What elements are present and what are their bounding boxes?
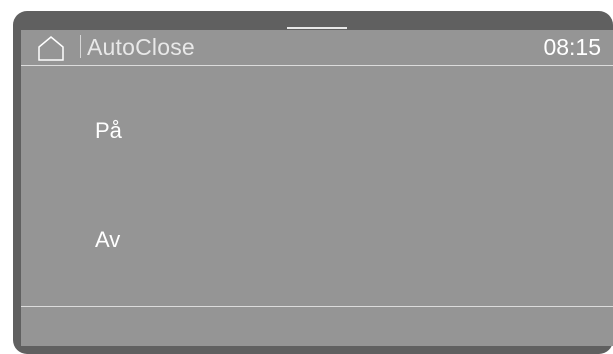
display-screen: AutoClose 08:15 På Av <box>21 30 613 346</box>
option-on[interactable]: På <box>95 118 122 144</box>
page-title: AutoClose <box>87 34 195 60</box>
clock-time: 08:15 <box>543 34 601 60</box>
home-icon <box>38 36 64 61</box>
header-separator <box>80 35 81 58</box>
header-bar: AutoClose 08:15 <box>21 30 613 64</box>
footer-divider <box>21 306 613 307</box>
home-button[interactable] <box>37 35 65 61</box>
swipe-down-handle[interactable] <box>287 27 347 29</box>
device-bezel: AutoClose 08:15 På Av <box>13 11 613 354</box>
header-divider <box>21 65 613 66</box>
option-off[interactable]: Av <box>95 227 120 253</box>
